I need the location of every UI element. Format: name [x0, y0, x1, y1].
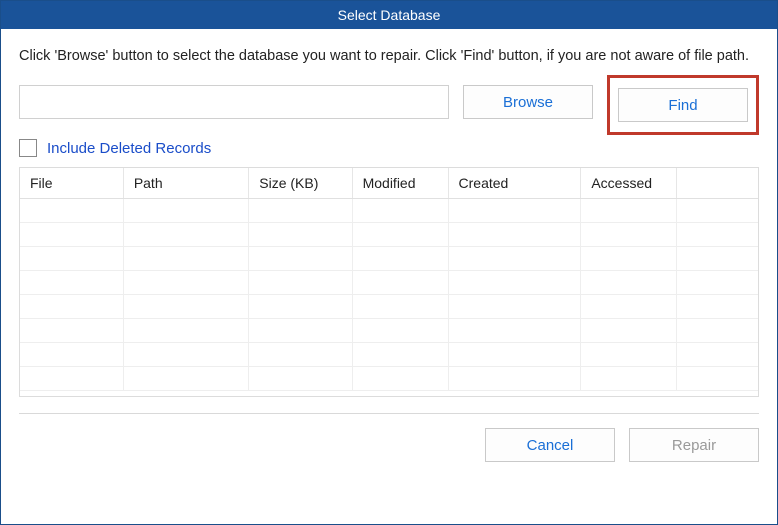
table-row[interactable]	[20, 270, 758, 294]
titlebar: Select Database	[1, 1, 777, 29]
include-deleted-label: Include Deleted Records	[47, 140, 211, 157]
col-file[interactable]: File	[20, 168, 123, 198]
file-table: File Path Size (KB) Modified Created Acc…	[19, 167, 759, 397]
table-row[interactable]	[20, 366, 758, 390]
col-accessed[interactable]: Accessed	[581, 168, 677, 198]
instruction-text: Click 'Browse' button to select the data…	[19, 45, 759, 67]
col-empty[interactable]	[677, 168, 758, 198]
cancel-button[interactable]: Cancel	[485, 428, 615, 462]
find-highlight-box: Find	[607, 75, 759, 135]
browse-button[interactable]: Browse	[463, 85, 593, 119]
include-deleted-row: Include Deleted Records	[19, 139, 759, 157]
col-path[interactable]: Path	[123, 168, 248, 198]
footer-buttons: Cancel Repair	[19, 428, 759, 462]
table-row[interactable]	[20, 342, 758, 366]
repair-button[interactable]: Repair	[629, 428, 759, 462]
divider	[19, 413, 759, 414]
table-body	[20, 198, 758, 390]
table-row[interactable]	[20, 246, 758, 270]
table-header-row: File Path Size (KB) Modified Created Acc…	[20, 168, 758, 198]
table-row[interactable]	[20, 198, 758, 222]
path-row: Browse Find	[19, 85, 759, 125]
col-size[interactable]: Size (KB)	[249, 168, 352, 198]
table-row[interactable]	[20, 222, 758, 246]
col-created[interactable]: Created	[448, 168, 581, 198]
col-modified[interactable]: Modified	[352, 168, 448, 198]
find-button[interactable]: Find	[618, 88, 748, 122]
include-deleted-checkbox[interactable]	[19, 139, 37, 157]
database-path-input[interactable]	[19, 85, 449, 119]
dialog-content: Click 'Browse' button to select the data…	[1, 29, 777, 476]
table-row[interactable]	[20, 318, 758, 342]
window-title: Select Database	[338, 7, 441, 23]
table-row[interactable]	[20, 294, 758, 318]
